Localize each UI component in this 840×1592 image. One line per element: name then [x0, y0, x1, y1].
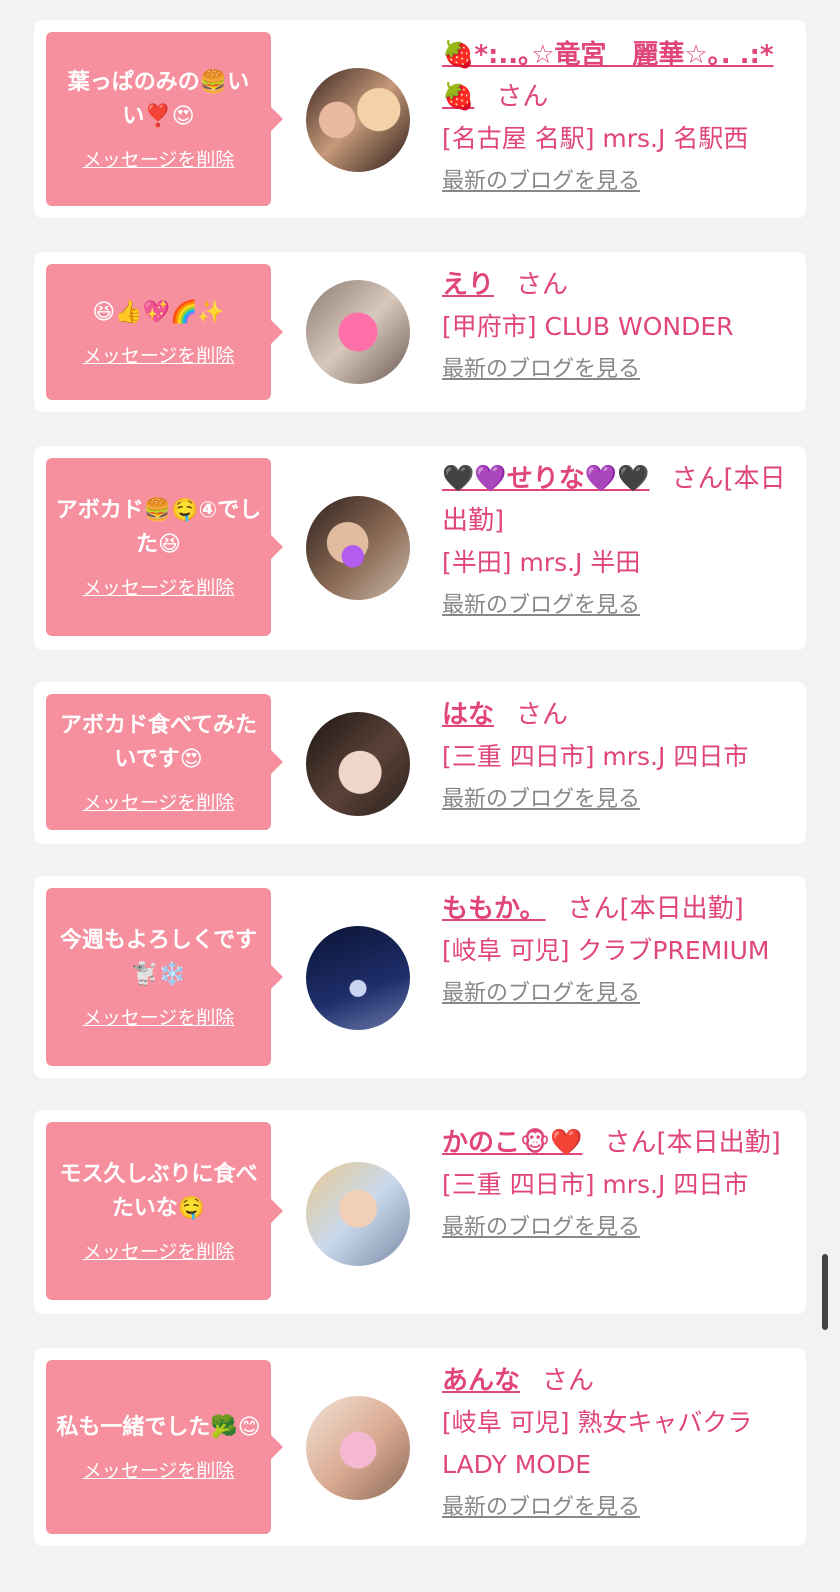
profile-name-link[interactable]: えり — [442, 270, 494, 300]
avatar[interactable] — [306, 1162, 410, 1266]
blog-link[interactable]: 最新のブログを見る — [442, 354, 786, 386]
delete-message-link[interactable]: メッセージを削除 — [83, 344, 235, 368]
shop-label: [三重 四日市] mrs.J 四日市 — [442, 1170, 749, 1199]
shop-label: [岐阜 可児] クラブPREMIUM — [442, 936, 770, 965]
message-text: 😆👍💖🌈✨ — [92, 300, 225, 325]
profile-info: あんな さん [岐阜 可児] 熟女キャバクラLADY MODE 最新のブログを見る — [442, 1360, 786, 1524]
honorific: さん — [516, 700, 569, 730]
blog-link[interactable]: 最新のブログを見る — [442, 1492, 786, 1524]
message-bubble: アボカド食べてみたいです😍 メッセージを削除 — [46, 694, 283, 830]
blog-link[interactable]: 最新のブログを見る — [442, 978, 786, 1010]
shop-label: [甲府市] CLUB WONDER — [442, 312, 734, 341]
avatar[interactable] — [306, 712, 410, 816]
message-text: 私も一緒でした🥦😊 — [56, 1415, 261, 1440]
message-bubble: アボカド🍔🤤④でした😆 メッセージを削除 — [46, 458, 283, 636]
avatar[interactable] — [306, 926, 410, 1030]
avatar[interactable] — [306, 68, 410, 172]
honorific: さん — [516, 270, 569, 300]
delete-message-link[interactable]: メッセージを削除 — [83, 1240, 235, 1264]
honorific: さん — [542, 1366, 595, 1396]
avatar[interactable] — [306, 496, 410, 600]
profile-info: えり さん [甲府市] CLUB WONDER 最新のブログを見る — [442, 264, 786, 386]
avatar[interactable] — [306, 1396, 410, 1500]
status-label: [本日出勤] — [619, 894, 744, 924]
honorific: さん — [604, 1128, 657, 1158]
list-item: 私も一緒でした🥦😊 メッセージを削除 あんな さん [岐阜 可児] 熟女キャバクラ… — [34, 1348, 806, 1546]
message-bubble: 葉っぱのみの🍔いい❣️😍 メッセージを削除 — [46, 32, 283, 206]
message-text: アボカド🍔🤤④でした😆 — [55, 498, 262, 557]
profile-name-link[interactable]: はな — [442, 700, 494, 730]
message-bubble: 今週もよろしくです🐩❄️ メッセージを削除 — [46, 888, 283, 1066]
delete-message-link[interactable]: メッセージを削除 — [83, 1459, 235, 1483]
profile-info: 🖤💜せりな💜🖤 さん[本日出勤] [半田] mrs.J 半田 最新のブログを見る — [442, 458, 786, 622]
profile-name-link[interactable]: かのこ🐵❤️ — [442, 1128, 582, 1158]
list-item: 葉っぱのみの🍔いい❣️😍 メッセージを削除 🍓*:..｡☆竜宮 麗華☆｡. .:… — [34, 20, 806, 218]
blog-link[interactable]: 最新のブログを見る — [442, 590, 786, 622]
status-label: [本日出勤] — [656, 1128, 781, 1158]
message-text: アボカド食べてみたいです😍 — [59, 713, 258, 772]
delete-message-link[interactable]: メッセージを削除 — [83, 576, 235, 600]
blog-link[interactable]: 最新のブログを見る — [442, 784, 786, 816]
list-item: アボカド🍔🤤④でした😆 メッセージを削除 🖤💜せりな💜🖤 さん[本日出勤] [半田… — [34, 446, 806, 650]
message-bubble: モス久しぶりに食べたいな🤤 メッセージを削除 — [46, 1122, 283, 1300]
profile-info: ももか。 さん[本日出勤] [岐阜 可児] クラブPREMIUM 最新のブログを見… — [442, 888, 786, 1010]
profile-name-link[interactable]: ももか。 — [442, 894, 545, 924]
shop-label: [名古屋 名駅] mrs.J 名駅西 — [442, 124, 749, 153]
scrollbar[interactable] — [822, 1254, 828, 1330]
profile-info: はな さん [三重 四日市] mrs.J 四日市 最新のブログを見る — [442, 694, 786, 816]
profile-name-link[interactable]: 🍓*:..｡☆竜宮 麗華☆｡. .:*🍓 — [442, 40, 774, 112]
message-bubble: 😆👍💖🌈✨ メッセージを削除 — [46, 264, 283, 400]
delete-message-link[interactable]: メッセージを削除 — [83, 791, 235, 815]
honorific: さん — [567, 894, 620, 924]
profile-info: かのこ🐵❤️ さん[本日出勤] [三重 四日市] mrs.J 四日市 最新のブログ… — [442, 1122, 786, 1244]
message-text: モス久しぶりに食べたいな🤤 — [59, 1162, 258, 1221]
message-text: 今週もよろしくです🐩❄️ — [59, 928, 258, 987]
delete-message-link[interactable]: メッセージを削除 — [83, 1006, 235, 1030]
profile-name-link[interactable]: 🖤💜せりな💜🖤 — [442, 464, 650, 494]
avatar[interactable] — [306, 280, 410, 384]
list-item: アボカド食べてみたいです😍 メッセージを削除 はな さん [三重 四日市] mrs… — [34, 682, 806, 844]
blog-link[interactable]: 最新のブログを見る — [442, 166, 786, 198]
message-text: 葉っぱのみの🍔いい❣️😍 — [67, 70, 250, 129]
honorific: さん — [671, 464, 724, 494]
profile-info: 🍓*:..｡☆竜宮 麗華☆｡. .:*🍓 さん [名古屋 名駅] mrs.J 名駅… — [442, 34, 786, 198]
list-item: 今週もよろしくです🐩❄️ メッセージを削除 ももか。 さん[本日出勤] [岐阜 可… — [34, 876, 806, 1078]
honorific: さん — [496, 82, 549, 112]
delete-message-link[interactable]: メッセージを削除 — [83, 148, 235, 172]
blog-link[interactable]: 最新のブログを見る — [442, 1212, 786, 1244]
list-item: 😆👍💖🌈✨ メッセージを削除 えり さん [甲府市] CLUB WONDER 最新… — [34, 252, 806, 412]
shop-label: [半田] mrs.J 半田 — [442, 548, 641, 577]
shop-label: [岐阜 可児] 熟女キャバクラLADY MODE — [442, 1408, 753, 1479]
message-bubble: 私も一緒でした🥦😊 メッセージを削除 — [46, 1360, 283, 1534]
profile-name-link[interactable]: あんな — [442, 1366, 520, 1396]
list-item: モス久しぶりに食べたいな🤤 メッセージを削除 かのこ🐵❤️ さん[本日出勤] [三… — [34, 1110, 806, 1314]
shop-label: [三重 四日市] mrs.J 四日市 — [442, 742, 749, 771]
